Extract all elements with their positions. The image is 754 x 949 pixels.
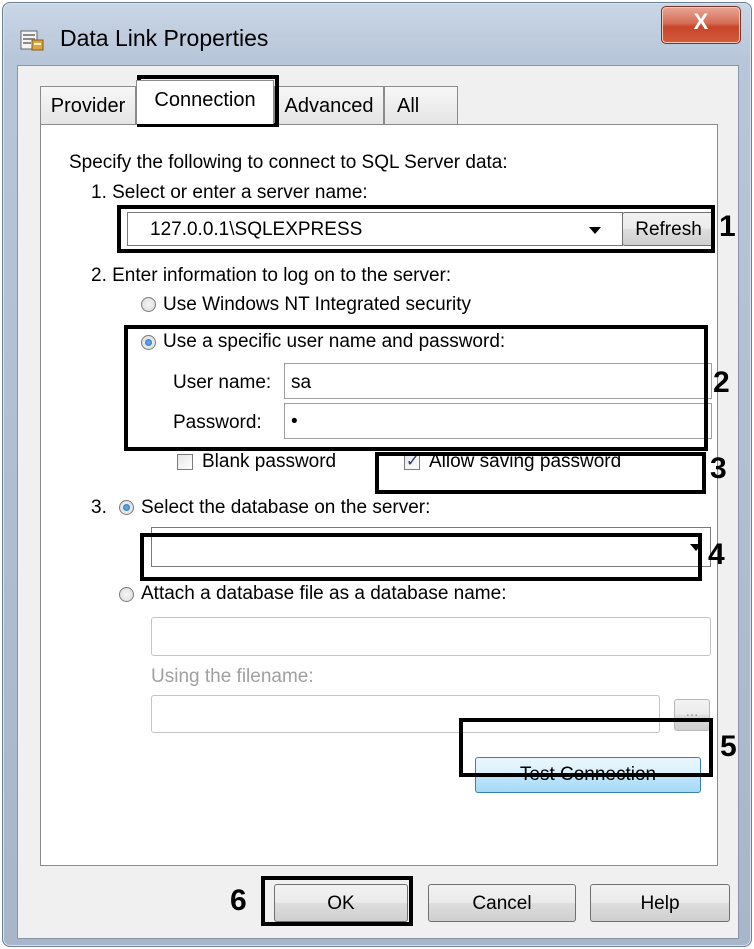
intro-text: Specify the following to connect to SQL … xyxy=(69,152,508,173)
tab-all[interactable]: All xyxy=(384,86,458,125)
blank-password-checkbox[interactable] xyxy=(177,454,193,470)
close-icon: X xyxy=(693,9,709,34)
annotation-box-4 xyxy=(140,533,702,581)
close-button[interactable]: X xyxy=(661,6,741,44)
annotation-number-5: 5 xyxy=(720,730,737,763)
tab-provider[interactable]: Provider xyxy=(40,86,136,125)
using-filename-label: Using the filename: xyxy=(151,666,314,687)
tab-advanced[interactable]: Advanced xyxy=(274,86,384,125)
annotation-box-6 xyxy=(261,876,413,926)
windows-nt-radio[interactable] xyxy=(141,297,156,312)
annotation-box-1 xyxy=(117,205,715,253)
window-title: Data Link Properties xyxy=(60,25,269,51)
annotation-number-6: 6 xyxy=(230,884,247,917)
dialog-client: Provider Connection Advanced All Specify… xyxy=(17,65,739,939)
annotation-number-4: 4 xyxy=(708,538,725,571)
step2-label: 2. Enter information to log on to the se… xyxy=(91,265,452,286)
data-link-icon xyxy=(20,30,44,51)
blank-password-label: Blank password xyxy=(202,451,337,472)
attach-database-radio[interactable] xyxy=(119,587,134,602)
annotation-number-1: 1 xyxy=(719,210,736,243)
annotation-number-3: 3 xyxy=(710,452,727,485)
select-database-label: Select the database on the server: xyxy=(141,497,431,518)
attach-database-label: Attach a database file as a database nam… xyxy=(141,583,507,604)
annotation-box-5 xyxy=(459,718,713,777)
attach-database-name-input[interactable] xyxy=(151,617,711,656)
annotation-number-2: 2 xyxy=(713,366,730,399)
cancel-button[interactable]: Cancel xyxy=(428,884,576,922)
windows-nt-label: Use Windows NT Integrated security xyxy=(163,294,471,315)
select-database-radio[interactable] xyxy=(119,500,134,515)
annotation-box-3 xyxy=(375,452,706,494)
help-button[interactable]: Help xyxy=(590,884,730,922)
tab-connection[interactable]: Connection xyxy=(136,80,274,124)
step1-label: 1. Select or enter a server name: xyxy=(91,182,368,203)
step3-label: 3. xyxy=(91,497,107,518)
annotation-box-2 xyxy=(124,325,708,451)
